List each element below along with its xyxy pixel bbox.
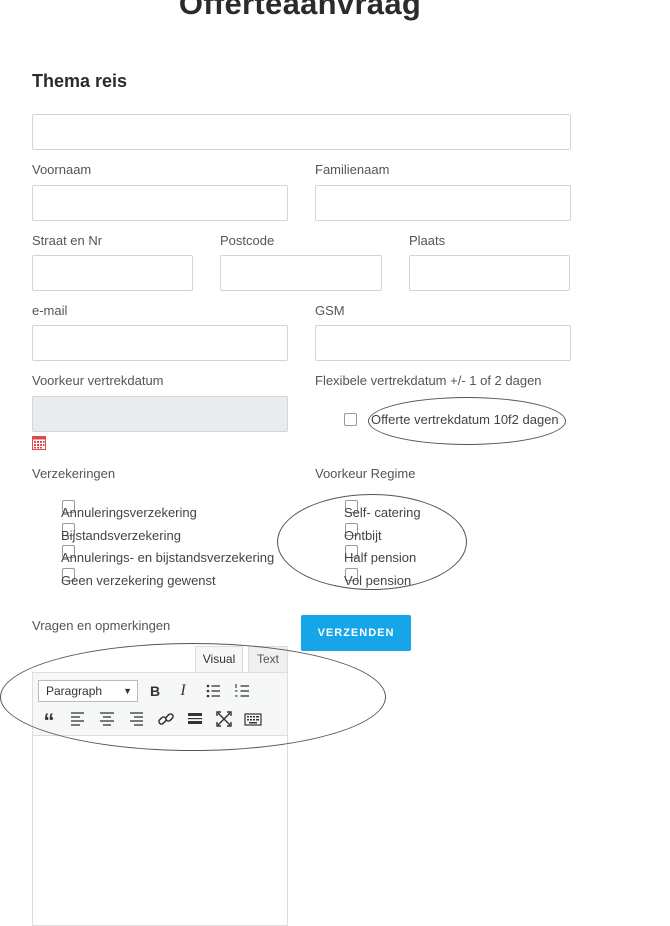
read-more-icon[interactable] — [185, 709, 205, 729]
keyboard-icon[interactable] — [243, 709, 263, 729]
vertrekdatum-input[interactable] — [32, 396, 288, 432]
italic-icon[interactable]: I — [173, 681, 193, 701]
email-label: e-mail — [32, 303, 68, 318]
flexibel-checkbox[interactable] — [344, 413, 357, 426]
regime-option-2: Ontbijt — [344, 528, 382, 543]
verzekering-option-4: Geen verzekering gewenst — [61, 573, 216, 588]
verzekering-option-3: Annulerings- en bijstandsverzekering — [61, 550, 275, 565]
regime-option-4: Vol pension — [344, 573, 412, 588]
calendar-icon[interactable] — [32, 436, 46, 450]
plaats-label: Plaats — [409, 233, 446, 248]
bold-icon[interactable]: B — [145, 681, 165, 701]
email-input[interactable] — [32, 325, 288, 361]
plaats-input[interactable] — [409, 255, 570, 291]
regime-label: Voorkeur Regime — [315, 466, 416, 481]
align-right-icon[interactable] — [126, 709, 146, 729]
voornaam-label: Voornaam — [32, 162, 92, 177]
submit-button[interactable]: VERZENDEN — [301, 615, 411, 651]
straat-input[interactable] — [32, 255, 193, 291]
voornaam-input[interactable] — [32, 185, 288, 221]
vragen-label: Vragen en opmerkingen — [32, 618, 171, 633]
verzekeringen-label: Verzekeringen — [32, 466, 116, 481]
gsm-input[interactable] — [315, 325, 571, 361]
tab-visual[interactable]: Visual — [195, 646, 243, 672]
flexibel-label: Flexibele vertrekdatum +/- 1 of 2 dagen — [315, 373, 542, 388]
straat-label: Straat en Nr — [32, 233, 103, 248]
blockquote-icon[interactable]: “ — [39, 709, 59, 734]
align-left-icon[interactable] — [68, 709, 88, 729]
postcode-input[interactable] — [220, 255, 382, 291]
regime-option-1: Self- catering — [344, 505, 421, 520]
page-title: Offerteaanvraag — [178, 0, 422, 21]
thema-reis-input[interactable] — [32, 114, 571, 150]
tab-text[interactable]: Text — [248, 646, 288, 672]
bullet-list-icon[interactable] — [204, 681, 224, 701]
align-center-icon[interactable] — [97, 709, 117, 729]
link-icon[interactable] — [156, 709, 176, 729]
flexibel-option-label: Offerte vertrekdatum 10f2 dagen — [371, 412, 559, 427]
familienaam-label: Familienaam — [315, 162, 390, 177]
vertrekdatum-label: Voorkeur vertrekdatum — [32, 373, 164, 388]
verzekering-option-1: Annuleringsverzekering — [61, 505, 197, 520]
format-select-value: Paragraph — [46, 684, 103, 698]
chevron-down-icon: ▼ — [123, 686, 132, 696]
familienaam-input[interactable] — [315, 185, 571, 221]
format-select[interactable]: Paragraph ▼ — [38, 680, 138, 702]
verzekering-option-2: Bijstandsverzekering — [61, 528, 181, 543]
postcode-label: Postcode — [220, 233, 275, 248]
section-title: Thema reis — [32, 71, 128, 91]
gsm-label: GSM — [315, 303, 345, 318]
vragen-textarea[interactable] — [32, 736, 288, 926]
numbered-list-icon[interactable] — [233, 681, 253, 701]
fullscreen-icon[interactable] — [214, 709, 234, 729]
regime-option-3: Half pension — [344, 550, 417, 565]
